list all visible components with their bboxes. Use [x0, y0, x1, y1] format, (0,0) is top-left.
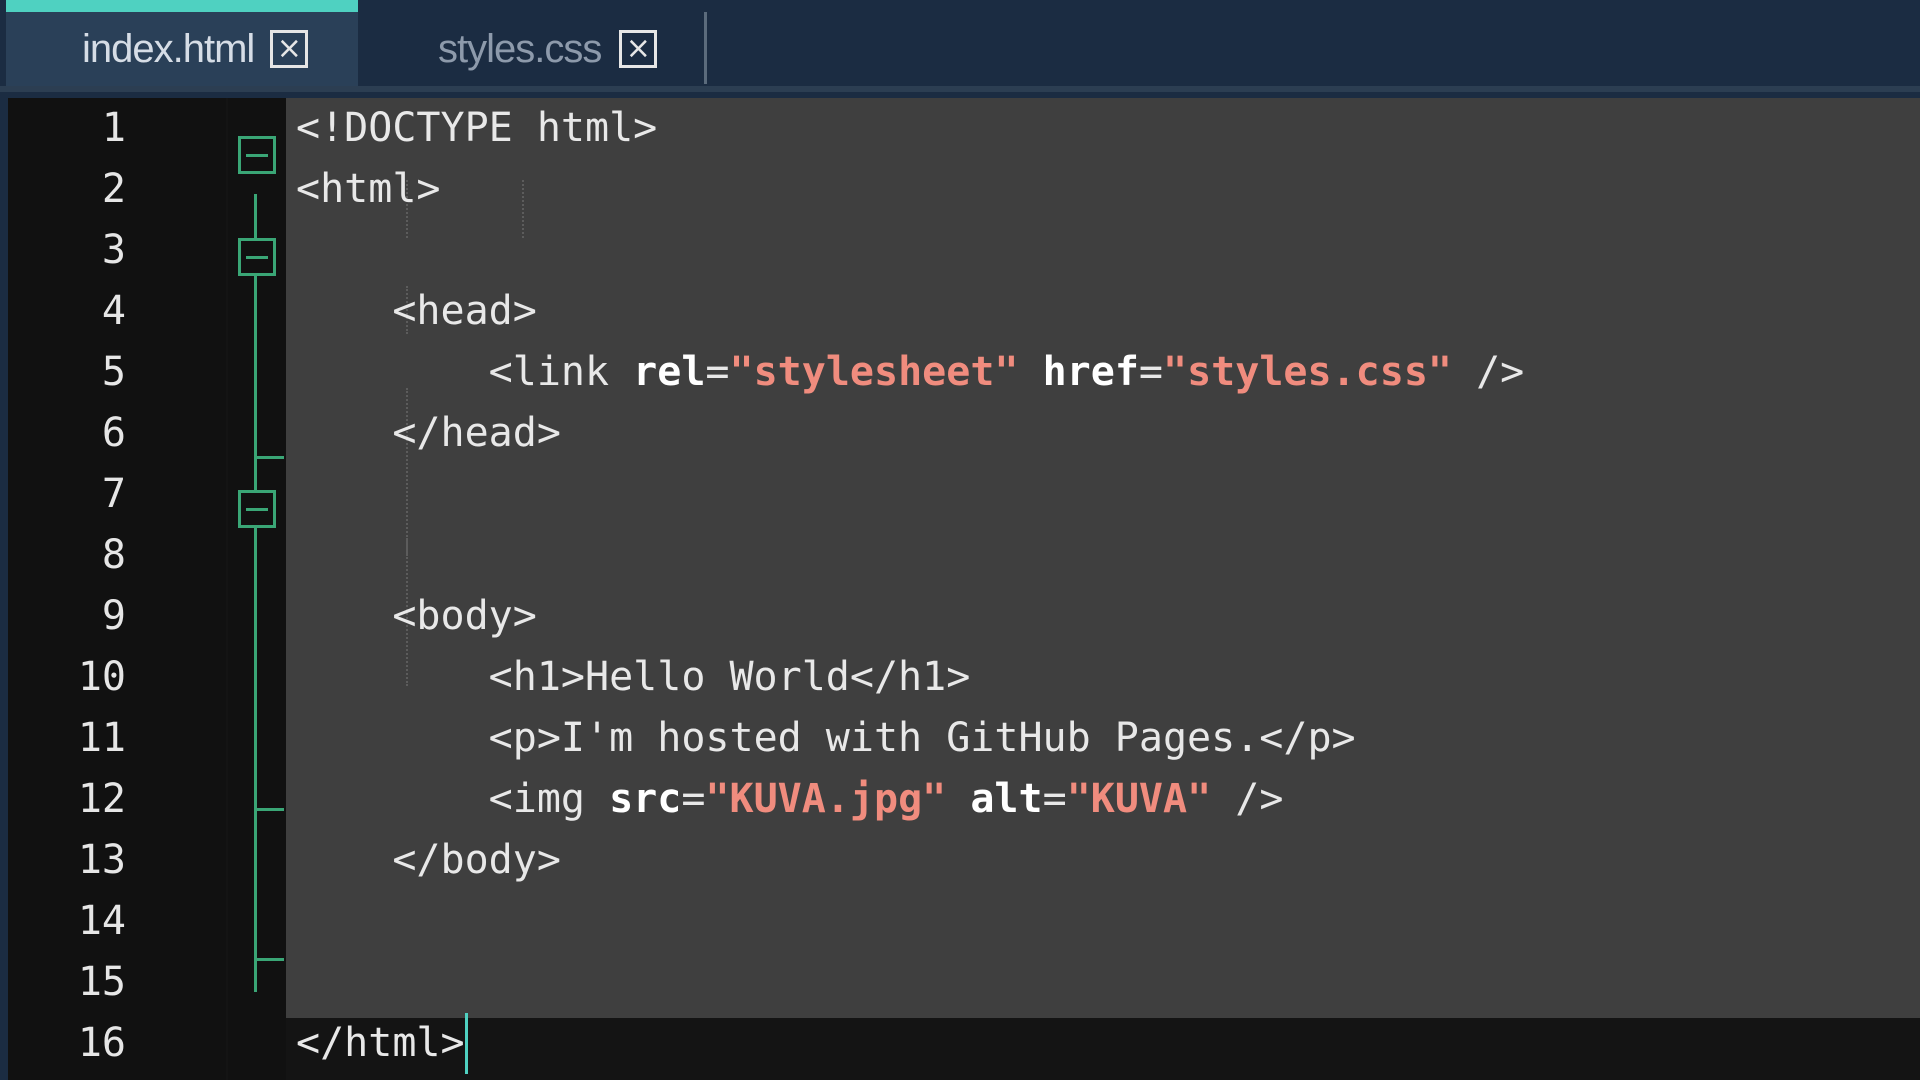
fold-end-tick: [254, 456, 284, 459]
text-caret: [464, 1013, 468, 1074]
code-line: <body>: [296, 586, 537, 647]
code-token: />: [1451, 349, 1525, 395]
code-editor-window: index.html × styles.css × 1 2 3 4 5 6 7 8 9 10 11 1…: [0, 0, 1920, 1080]
code-line: </body>: [296, 830, 561, 891]
code-token: src: [609, 776, 682, 822]
code-line: <head>: [296, 281, 537, 342]
code-token: <!DOCTYPE html>: [296, 105, 658, 151]
code-token: <head>: [296, 288, 537, 334]
code-token: rel: [633, 349, 706, 395]
line-number: 15: [77, 959, 126, 1005]
code-token: "stylesheet": [729, 349, 1019, 395]
line-number: 16: [77, 1020, 126, 1066]
line-number: 12: [77, 776, 126, 822]
code-token: </html>: [296, 1020, 465, 1066]
code-token: href: [1042, 349, 1139, 395]
fold-toggle-icon[interactable]: [238, 136, 276, 174]
tab-label: index.html: [82, 26, 255, 71]
code-token: "KUVA.jpg": [705, 776, 947, 822]
code-token: Hello World: [584, 654, 850, 700]
line-number: 4: [101, 288, 126, 334]
tab-label: styles.css: [438, 26, 602, 71]
code-token: <h1>: [296, 654, 585, 700]
code-token: />: [1211, 776, 1284, 822]
fold-end-tick: [254, 808, 284, 811]
code-token: =: [681, 776, 706, 822]
close-box-icon[interactable]: ×: [619, 30, 658, 68]
code-line: </html>: [296, 1013, 465, 1074]
code-token: <link: [296, 349, 634, 395]
code-token: =: [1042, 776, 1067, 822]
line-number: 10: [77, 654, 126, 700]
line-number: 2: [101, 166, 126, 212]
tab-index-html[interactable]: index.html ×: [6, 0, 358, 86]
code-token: <p>: [296, 715, 561, 761]
tab-divider: [704, 12, 707, 84]
close-box-icon[interactable]: ×: [270, 30, 309, 68]
code-token: <body>: [296, 593, 537, 639]
code-token: <html>: [296, 166, 441, 212]
editor-pane[interactable]: 1 2 3 4 5 6 7 8 9 10 11 12 13 14 15 16 <!DOCTYPE html> <…: [8, 98, 1920, 1080]
line-number: 1: [101, 105, 126, 151]
code-token: "KUVA": [1066, 776, 1212, 822]
code-token: alt: [970, 776, 1043, 822]
code-line: <p>I'm hosted with GitHub Pages.</p>: [296, 708, 1356, 769]
line-number: 3: [101, 227, 126, 273]
indent-guide: [522, 180, 524, 238]
tab-bar: index.html × styles.css ×: [0, 0, 1920, 92]
code-token: </body>: [296, 837, 561, 883]
line-number: 5: [101, 349, 126, 395]
line-number: 7: [101, 471, 126, 517]
code-token: </h1>: [849, 654, 971, 700]
code-token: "styles.css": [1163, 349, 1452, 395]
line-number: 14: [77, 898, 126, 944]
code-line: <img src="KUVA.jpg" alt="KUVA" />: [296, 769, 1284, 830]
code-line: <html>: [296, 159, 441, 220]
line-number: 6: [101, 410, 126, 456]
code-token: </head>: [296, 410, 561, 456]
code-token: =: [705, 349, 730, 395]
code-line: <h1>Hello World</h1>: [296, 647, 971, 708]
line-number-gutter: 1 2 3 4 5 6 7 8 9 10 11 12 13 14 15 16: [8, 98, 226, 1080]
code-text-area-end[interactable]: [286, 1018, 1920, 1080]
fold-toggle-icon[interactable]: [238, 490, 276, 528]
line-number: 11: [77, 715, 126, 761]
code-token: =: [1138, 349, 1163, 395]
code-line: <link rel="stylesheet" href="styles.css"…: [296, 342, 1525, 403]
tab-styles-css[interactable]: styles.css ×: [362, 0, 706, 86]
code-token: </p>: [1259, 715, 1356, 761]
code-token: I'm hosted with GitHub Pages.: [560, 715, 1260, 761]
line-number: 9: [101, 593, 126, 639]
code-token: <img: [296, 776, 610, 822]
code-line: </head>: [296, 403, 561, 464]
line-number: 13: [77, 837, 126, 883]
fold-end-tick: [254, 958, 284, 961]
fold-tree-line: [254, 194, 257, 992]
line-number: 8: [101, 532, 126, 578]
fold-toggle-icon[interactable]: [238, 238, 276, 276]
code-line: <!DOCTYPE html>: [296, 98, 657, 159]
tab-underline: [0, 86, 1920, 92]
